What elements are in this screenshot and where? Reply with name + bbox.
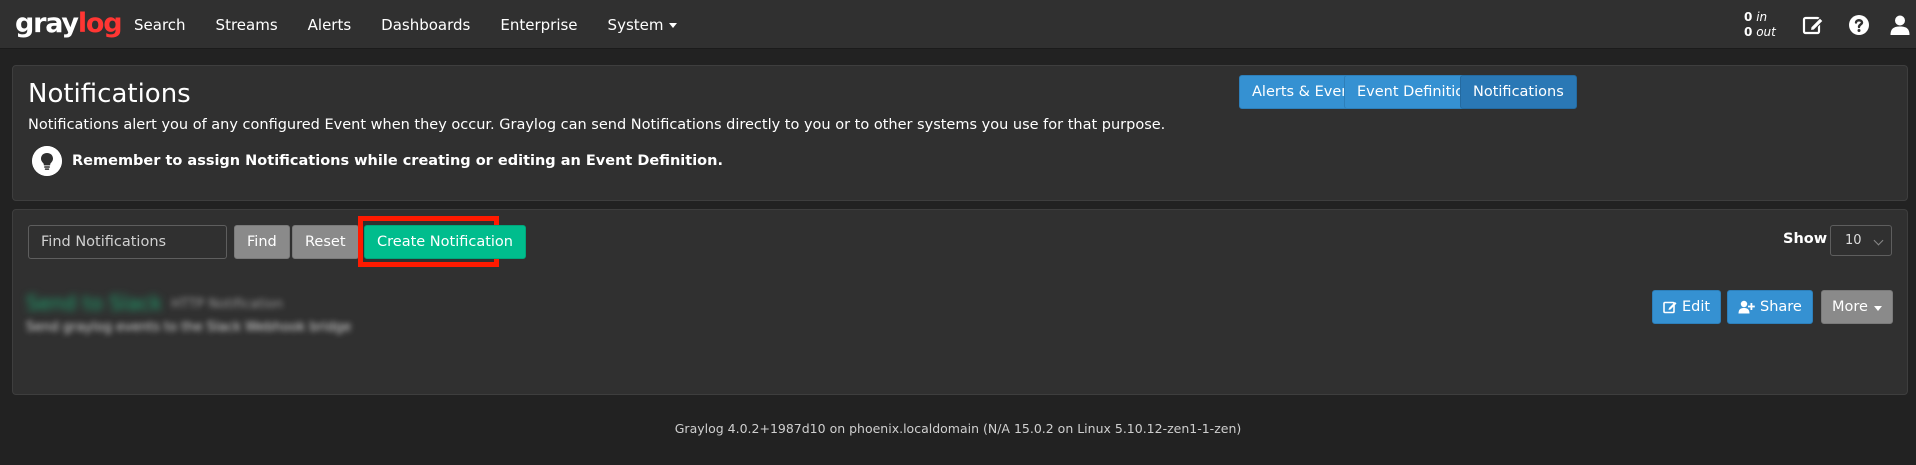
- nav-item-label: Enterprise: [500, 15, 578, 34]
- share-button[interactable]: Share: [1727, 290, 1813, 324]
- throughput-out-label: out: [1756, 25, 1776, 39]
- user-plus-icon: [1738, 300, 1755, 314]
- user-icon[interactable]: [1888, 13, 1912, 37]
- nav-item-alerts[interactable]: Alerts: [293, 0, 367, 49]
- page-title: Notifications: [28, 79, 191, 109]
- nav-item-label: Dashboards: [381, 15, 471, 34]
- create-notification-label: Create Notification: [377, 234, 513, 250]
- nav-item-label: Streams: [215, 15, 278, 34]
- logo-text-log: log: [77, 8, 123, 39]
- more-dropdown-button[interactable]: More: [1821, 290, 1893, 324]
- page-description: Notifications alert you of any configure…: [28, 117, 1166, 133]
- reset-button[interactable]: Reset: [292, 225, 359, 259]
- notifications-label: Notifications: [1473, 84, 1564, 100]
- show-label: Show: [1783, 231, 1828, 247]
- top-navbar: graylog Search Streams Alerts Dashboards…: [0, 0, 1916, 49]
- nav-item-search[interactable]: Search: [119, 0, 201, 49]
- notifications-button[interactable]: Notifications: [1460, 75, 1577, 109]
- footer-version-text: Graylog 4.0.2+1987d10 on phoenix.localdo…: [674, 421, 1242, 436]
- edit-button[interactable]: Edit: [1652, 290, 1722, 324]
- notification-type: HTTP Notification: [171, 297, 283, 312]
- caret-down-icon: [1873, 305, 1882, 311]
- caret-down-icon: [669, 23, 678, 28]
- notification-title[interactable]: Send to Slack: [26, 291, 162, 315]
- lightbulb-icon: [32, 146, 62, 176]
- search-input[interactable]: [28, 225, 227, 259]
- nav-item-label: Search: [134, 15, 186, 34]
- nav-item-enterprise[interactable]: Enterprise: [485, 0, 592, 49]
- throughput-out-value: 0: [1744, 25, 1753, 39]
- tip-text: Remember to assign Notifications while c…: [72, 153, 723, 169]
- edit-icon[interactable]: [1801, 13, 1825, 37]
- create-notification-button[interactable]: Create Notification: [364, 225, 526, 259]
- throughput-in-label: in: [1756, 10, 1768, 24]
- graylog-logo[interactable]: graylog: [15, 8, 123, 39]
- nav-item-streams[interactable]: Streams: [201, 0, 293, 49]
- page-header-panel: Notifications Notifications alert you of…: [12, 65, 1908, 201]
- main-nav: Search Streams Alerts Dashboards Enterpr…: [119, 0, 692, 49]
- nav-item-system[interactable]: System: [593, 0, 693, 49]
- nav-item-dashboards[interactable]: Dashboards: [366, 0, 485, 49]
- throughput-indicator[interactable]: 0 in 0 out: [1744, 10, 1776, 40]
- nav-item-label: System: [607, 15, 664, 34]
- page-size-select[interactable]: 10: [1830, 225, 1892, 256]
- find-label: Find: [247, 234, 277, 250]
- chevron-down-icon: [1873, 235, 1884, 246]
- page-size-value: 10: [1845, 233, 1862, 248]
- nav-item-label: Alerts: [307, 15, 352, 34]
- edit-icon: [1663, 301, 1677, 314]
- throughput-in-value: 0: [1744, 10, 1753, 24]
- edit-label: Edit: [1682, 299, 1711, 315]
- help-icon[interactable]: [1847, 13, 1871, 37]
- find-button[interactable]: Find: [234, 225, 290, 259]
- reset-label: Reset: [305, 234, 346, 250]
- share-label: Share: [1760, 299, 1802, 315]
- more-label: More: [1832, 299, 1868, 315]
- notifications-list-panel: Find Reset Create Notification Show 10 S…: [12, 209, 1908, 395]
- notification-description: Send graylog events to the Slack Webhook…: [26, 320, 352, 335]
- logo-text-gray: gray: [15, 8, 79, 39]
